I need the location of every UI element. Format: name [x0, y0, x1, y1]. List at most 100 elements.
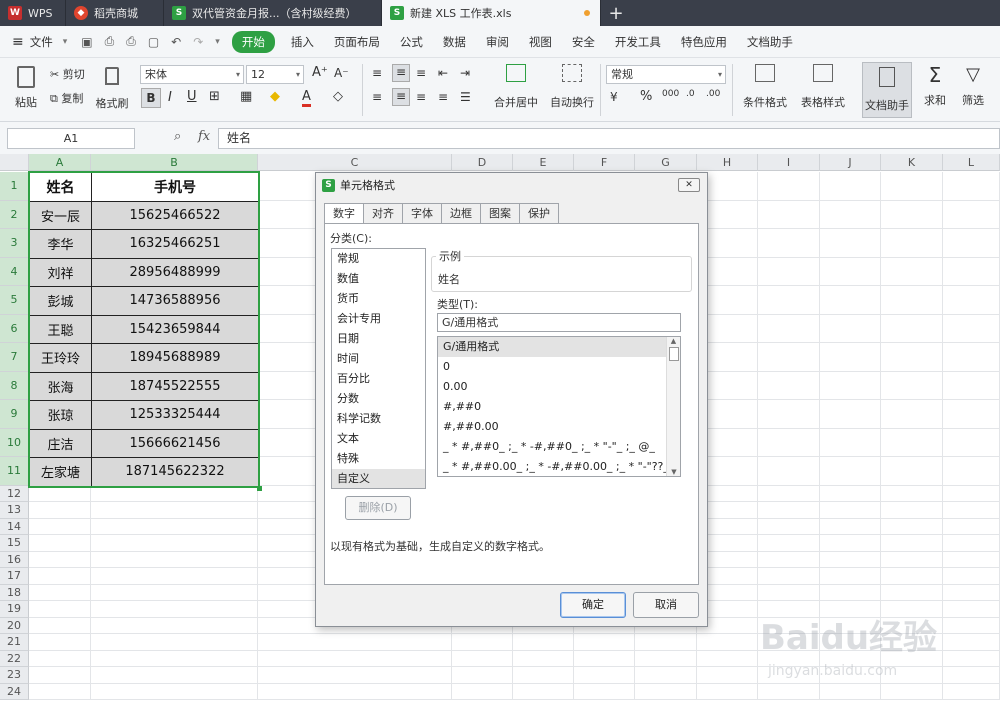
close-button[interactable]: ✕ — [678, 178, 700, 192]
tab-protection[interactable]: 保护 — [519, 203, 559, 223]
decrease-decimal-icon[interactable]: .00 — [706, 89, 720, 99]
grid-cell[interactable] — [513, 650, 574, 667]
grid-cell[interactable] — [943, 535, 1000, 552]
grid-cell[interactable] — [29, 650, 91, 667]
grid-cell[interactable] — [820, 200, 881, 229]
grid-cell[interactable] — [91, 535, 258, 552]
grid-cell[interactable] — [943, 457, 1000, 486]
row-header[interactable]: 17 — [0, 568, 29, 585]
row-header[interactable]: 18 — [0, 584, 29, 601]
type-item[interactable]: _ * #,##0.00_ ;_ * -#,##0.00_ ;_ * "-"??… — [438, 457, 666, 476]
grid-cell[interactable] — [881, 502, 943, 519]
bold-icon[interactable]: B — [141, 88, 161, 108]
grid-cell[interactable] — [820, 400, 881, 429]
grid-cell[interactable] — [258, 634, 452, 651]
category-item[interactable]: 自定义 — [332, 469, 425, 488]
sum-button[interactable]: Σ 求和 — [918, 64, 952, 108]
row-header[interactable]: 16 — [0, 551, 29, 568]
select-all-corner[interactable] — [0, 154, 29, 171]
grid-cell[interactable] — [881, 343, 943, 372]
grid-cell[interactable] — [758, 584, 820, 601]
row-header[interactable]: 14 — [0, 518, 29, 535]
menu-start[interactable]: 开始 — [231, 30, 275, 53]
decrease-font-icon[interactable]: A⁻ — [334, 66, 349, 80]
merge-center-button[interactable]: 合并居中 — [490, 64, 542, 110]
category-item[interactable]: 特殊 — [332, 449, 425, 469]
grid-cell[interactable] — [452, 634, 513, 651]
grid-cell[interactable] — [758, 172, 820, 201]
tab-alignment[interactable]: 对齐 — [363, 203, 403, 223]
menu-review[interactable]: 审阅 — [476, 34, 519, 50]
grid-cell[interactable] — [943, 371, 1000, 400]
align-middle-icon[interactable]: ≡ — [392, 64, 410, 82]
column-header[interactable]: L — [943, 154, 1000, 171]
grid-cell[interactable] — [758, 200, 820, 229]
grid-cell[interactable] — [943, 400, 1000, 429]
category-item[interactable]: 常规 — [332, 249, 425, 269]
grid-cell[interactable] — [881, 535, 943, 552]
scroll-thumb[interactable] — [668, 347, 679, 361]
grid-cell[interactable] — [758, 502, 820, 519]
font-select[interactable]: 宋体 ▾ — [140, 65, 244, 84]
category-item[interactable]: 时间 — [332, 349, 425, 369]
grid-cell[interactable] — [258, 650, 452, 667]
grid-cell[interactable] — [758, 314, 820, 343]
row-header[interactable]: 23 — [0, 667, 29, 684]
grid-cell[interactable] — [943, 551, 1000, 568]
row-header[interactable]: 21 — [0, 634, 29, 651]
grid-cell[interactable] — [943, 485, 1000, 502]
fx-icon[interactable]: fx — [198, 129, 210, 144]
grid-cell[interactable] — [697, 683, 758, 700]
grid-cell[interactable] — [820, 257, 881, 286]
grid-cell[interactable] — [943, 428, 1000, 457]
justify-icon[interactable]: ≡ — [438, 90, 448, 104]
menu-file[interactable]: 文件 — [24, 34, 63, 50]
doc-helper-button[interactable]: 文档助手 — [862, 62, 912, 118]
row-header[interactable]: 19 — [0, 601, 29, 618]
grid-cell[interactable] — [91, 551, 258, 568]
row-header[interactable]: 5 — [0, 286, 29, 315]
grid-cell[interactable] — [943, 200, 1000, 229]
column-header[interactable]: C — [258, 154, 452, 171]
column-header[interactable]: A — [29, 154, 91, 171]
align-top-icon[interactable]: ≡ — [372, 66, 382, 80]
column-header[interactable]: B — [91, 154, 258, 171]
grid-cell[interactable] — [943, 286, 1000, 315]
grid-cell[interactable] — [820, 584, 881, 601]
currency-icon[interactable]: ¥ — [610, 90, 618, 104]
grid-cell[interactable] — [943, 343, 1000, 372]
tab-new-xls[interactable]: S 新建 XLS 工作表.xls — [382, 0, 601, 26]
grid-cell[interactable] — [91, 683, 258, 700]
grid-cell[interactable] — [943, 584, 1000, 601]
grid-cell[interactable] — [635, 683, 697, 700]
tab-number[interactable]: 数字 — [324, 203, 364, 224]
grid-cell[interactable] — [29, 502, 91, 519]
grid-cell[interactable] — [820, 568, 881, 585]
grid-cell[interactable] — [452, 650, 513, 667]
grid-cell[interactable] — [881, 400, 943, 429]
grid-cell[interactable] — [513, 683, 574, 700]
save-icon[interactable]: ▣ — [81, 35, 92, 49]
grid-cell[interactable] — [697, 650, 758, 667]
category-list[interactable]: 常规 数值 货币 会计专用 日期 时间 百分比 分数 科学记数 文本 特殊 自定义 — [331, 248, 426, 489]
menu-view[interactable]: 视图 — [519, 34, 562, 50]
italic-icon[interactable]: I — [168, 90, 172, 105]
grid-cell[interactable] — [452, 667, 513, 684]
thousands-icon[interactable]: 000 — [662, 89, 679, 99]
percent-icon[interactable]: % — [640, 89, 652, 104]
column-header[interactable]: E — [513, 154, 574, 171]
grid-cell[interactable] — [820, 457, 881, 486]
grid-cell[interactable] — [513, 634, 574, 651]
grid-cell[interactable] — [881, 551, 943, 568]
cancel-button[interactable]: 取消 — [633, 592, 699, 618]
row-header[interactable]: 24 — [0, 683, 29, 700]
category-item[interactable]: 会计专用 — [332, 309, 425, 329]
row-header[interactable]: 7 — [0, 343, 29, 372]
format-painter-button[interactable]: 格式刷 — [94, 64, 130, 111]
grid-cell[interactable] — [758, 535, 820, 552]
grid-cell[interactable] — [91, 650, 258, 667]
grid-cell[interactable] — [574, 667, 635, 684]
ok-button[interactable]: 确定 — [560, 592, 626, 618]
grid-cell[interactable] — [758, 286, 820, 315]
clear-icon[interactable]: ◇ — [333, 89, 343, 104]
